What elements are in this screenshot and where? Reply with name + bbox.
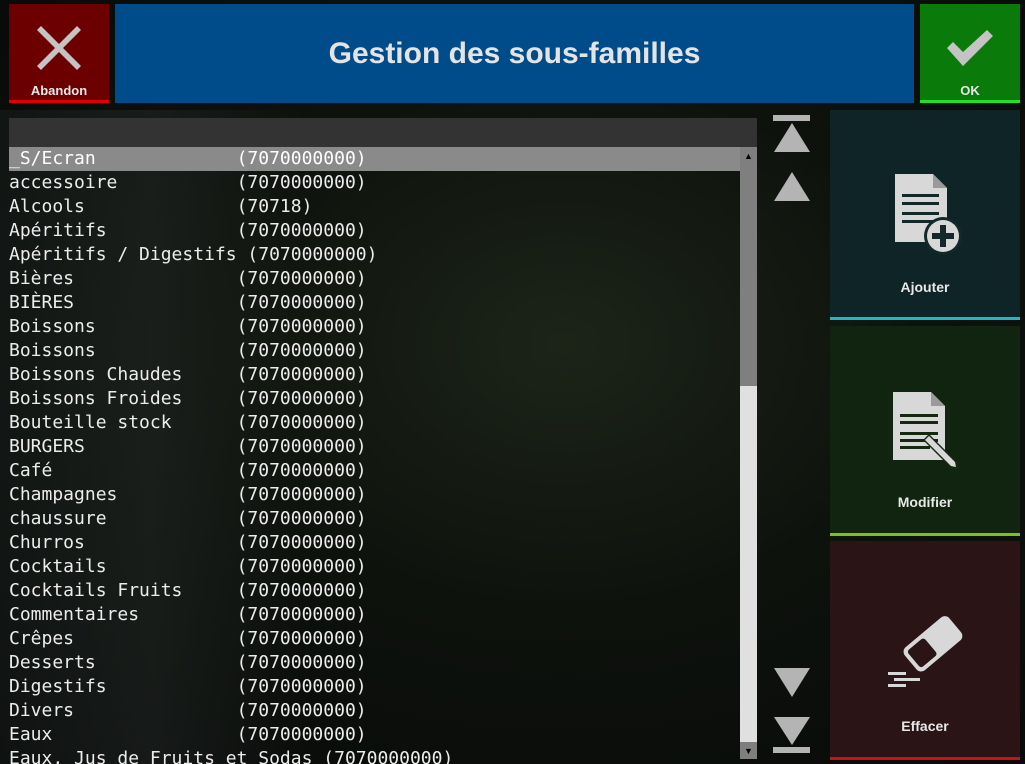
list-item[interactable]: Crêpes (7070000000) [9,627,740,651]
last-page-button[interactable] [770,713,814,757]
list-item[interactable]: Eaux (7070000000) [9,723,740,747]
list-item[interactable]: Eaux, Jus de Fruits et Sodas (7070000000… [9,747,740,764]
cancel-label: Abandon [30,83,88,98]
list-item[interactable]: Apéritifs / Digestifs (7070000000) [9,243,740,267]
list-item[interactable]: Commentaires (7070000000) [9,603,740,627]
list-item[interactable]: Boissons Chaudes (7070000000) [9,363,740,387]
ok-button[interactable]: OK [920,4,1020,103]
list-item[interactable]: chaussure (7070000000) [9,507,740,531]
list-item[interactable]: Café (7070000000) [9,459,740,483]
list-item[interactable]: Apéritifs (7070000000) [9,219,740,243]
scrollbar-thumb[interactable] [740,147,757,386]
list-item[interactable]: Desserts (7070000000) [9,651,740,675]
list-item[interactable]: Divers (7070000000) [9,699,740,723]
close-icon [37,26,81,70]
list-scrollbar[interactable]: ▲ ▼ [740,147,757,759]
scroll-down-arrow-icon[interactable]: ▼ [740,742,757,759]
list-item[interactable]: Churros (7070000000) [9,531,740,555]
cancel-button[interactable]: Abandon [9,4,109,103]
edit-button[interactable]: Modifier [830,326,1020,536]
subfamily-list[interactable]: _S/Ecran (7070000000) accessoire (7070000… [9,147,740,764]
list-item[interactable]: Boissons (7070000000) [9,339,740,363]
title-bar: Gestion des sous-familles [115,4,914,103]
scroll-up-arrow-icon[interactable]: ▲ [740,147,757,164]
list-item[interactable]: _S/Ecran (7070000000) [9,147,740,171]
scroll-down-button[interactable] [770,662,814,706]
arrow-first-icon [773,115,810,152]
list-item[interactable]: Champagnes (7070000000) [9,483,740,507]
list-item[interactable]: accessoire (7070000000) [9,171,740,195]
add-label: Ajouter [900,279,950,295]
list-item[interactable]: Boissons Froides (7070000000) [9,387,740,411]
document-add-icon [895,174,962,255]
list-item[interactable]: Alcools (70718) [9,195,740,219]
list-header [9,118,757,147]
add-button[interactable]: Ajouter [830,110,1020,320]
list-item[interactable]: Digestifs (7070000000) [9,675,740,699]
document-edit-icon [893,392,959,470]
page-title: Gestion des sous-familles [328,36,701,70]
list-item[interactable]: BIÈRES (7070000000) [9,291,740,315]
list-item[interactable]: Cocktails (7070000000) [9,555,740,579]
first-page-button[interactable] [770,112,814,156]
eraser-icon [888,616,963,687]
delete-label: Effacer [901,718,949,734]
ok-label: OK [960,83,980,98]
scroll-up-button[interactable] [770,164,814,208]
list-item[interactable]: BURGERS (7070000000) [9,435,740,459]
arrow-up-icon [774,172,810,201]
list-item[interactable]: Boissons (7070000000) [9,315,740,339]
list-item[interactable]: Bières (7070000000) [9,267,740,291]
arrow-down-icon [774,668,810,697]
checkmark-icon [947,30,993,66]
list-item[interactable]: Bouteille stock (7070000000) [9,411,740,435]
edit-label: Modifier [897,494,953,510]
delete-button[interactable]: Effacer [830,541,1020,760]
list-item[interactable]: Cocktails Fruits (7070000000) [9,579,740,603]
arrow-last-icon [773,717,810,753]
subfamily-list-panel: _S/Ecran (7070000000) accessoire (7070000… [9,118,757,764]
